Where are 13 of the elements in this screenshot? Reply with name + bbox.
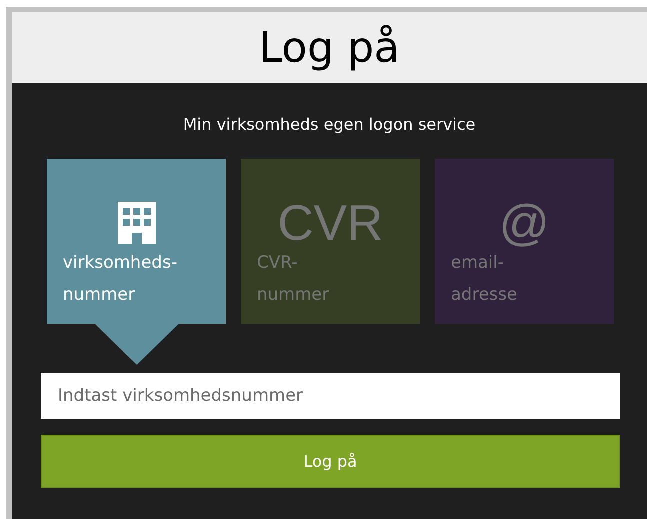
option-tile[interactable]: @ email- adresse xyxy=(435,159,614,324)
login-button[interactable]: Log på xyxy=(41,435,620,488)
tile-glyph: CVR xyxy=(278,198,384,248)
page-title: Log på xyxy=(259,26,400,68)
tile-label: virksomheds- nummer xyxy=(63,252,178,307)
option-tile[interactable]: CVR CVR- nummer xyxy=(241,159,420,324)
tile-label: CVR- nummer xyxy=(257,252,330,307)
input-field[interactable]: Indtast virksomhedsnummer xyxy=(41,373,620,419)
tile-label: email- adresse xyxy=(451,252,518,307)
subtitle: Min virksomheds egen logon service xyxy=(182,117,477,133)
option-tile[interactable]: virksomheds- nummer xyxy=(47,159,226,324)
building-icon xyxy=(118,202,156,244)
tile-glyph: @ xyxy=(499,198,550,248)
